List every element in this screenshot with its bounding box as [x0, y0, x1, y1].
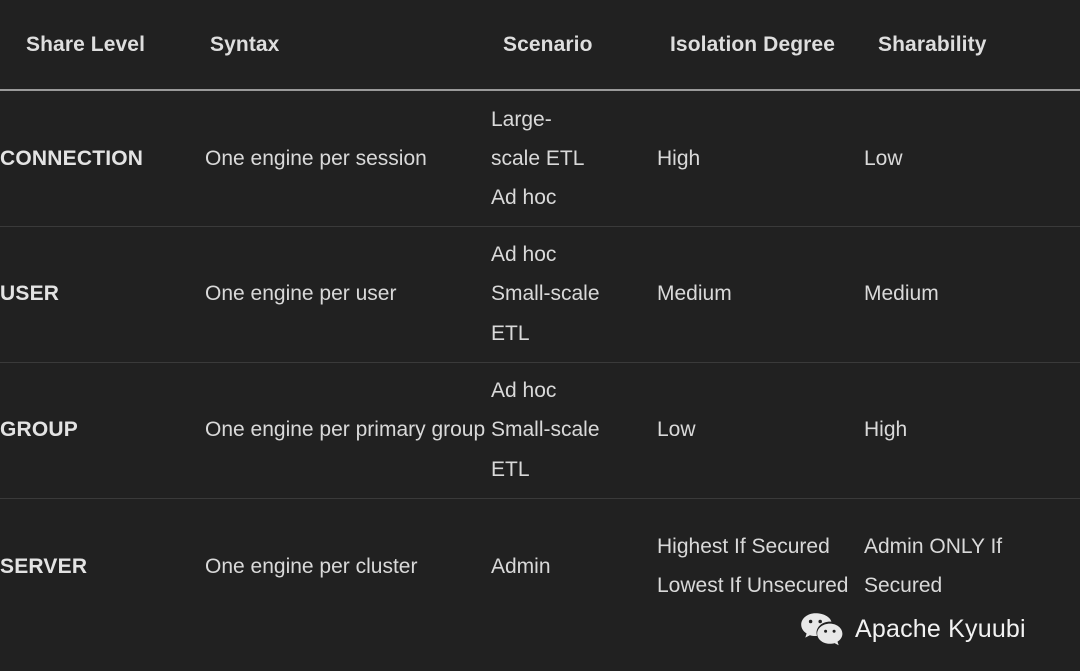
table-row: USER One engine per user Ad hoc Small-sc…: [0, 226, 1080, 362]
column-header-sharability: Sharability: [878, 32, 987, 56]
scenario-line: Ad hoc: [491, 243, 557, 267]
cell-sharability: Admin ONLY If Secured: [864, 535, 1003, 598]
table-header-row: Share Level Syntax Scenario Isolation De…: [0, 0, 1080, 90]
scenario-line: Large-: [491, 107, 552, 131]
cell-syntax: One engine per session: [205, 146, 427, 170]
cell-share-level: USER: [0, 282, 60, 306]
cell-syntax: One engine per cluster: [205, 554, 418, 578]
table-header: Share Level Syntax Scenario Isolation De…: [0, 0, 1080, 90]
table-row: SERVER One engine per cluster Admin High…: [0, 498, 1080, 634]
cell-isolation-degree: Highest If Secured Lowest If Unsecured: [657, 535, 849, 598]
share-level-table: Share Level Syntax Scenario Isolation De…: [0, 0, 1080, 634]
cell-scenario: Large- scale ETL Ad hoc: [491, 90, 657, 226]
column-header-syntax: Syntax: [210, 32, 280, 56]
column-header-share-level: Share Level: [26, 32, 145, 56]
cell-sharability: Low: [864, 146, 903, 170]
table-body: CONNECTION One engine per session Large-…: [0, 90, 1080, 634]
scenario-lines: Large- scale ETL Ad hoc: [491, 100, 657, 217]
cell-share-level: CONNECTION: [0, 146, 144, 170]
scenario-line: Ad hoc: [491, 185, 557, 209]
scenario-line: Ad hoc: [491, 379, 557, 403]
cell-isolation-degree: Low: [657, 418, 696, 442]
scenario-line: ETL: [491, 457, 530, 481]
cell-share-level: GROUP: [0, 418, 79, 442]
cell-scenario: Ad hoc Small-scale ETL: [491, 226, 657, 362]
column-header-scenario: Scenario: [503, 32, 593, 56]
cell-isolation-degree: High: [657, 146, 701, 170]
scenario-line: Admin: [491, 554, 551, 578]
scenario-line: Small-scale: [491, 418, 600, 442]
share-level-table-container: Share Level Syntax Scenario Isolation De…: [0, 0, 1080, 671]
cell-scenario: Admin: [491, 498, 657, 634]
cell-scenario: Ad hoc Small-scale ETL: [491, 362, 657, 498]
cell-share-level: SERVER: [0, 554, 88, 578]
cell-sharability: High: [864, 418, 908, 442]
scenario-line: Small-scale: [491, 282, 600, 306]
cell-syntax: One engine per user: [205, 282, 397, 306]
cell-sharability: Medium: [864, 282, 939, 306]
scenario-lines: Ad hoc Small-scale ETL: [491, 235, 657, 352]
scenario-lines: Ad hoc Small-scale ETL: [491, 371, 657, 488]
table-row: CONNECTION One engine per session Large-…: [0, 90, 1080, 226]
cell-syntax: One engine per primary group: [205, 418, 486, 442]
scenario-line: scale ETL: [491, 146, 585, 170]
column-header-isolation-degree: Isolation Degree: [670, 32, 835, 56]
table-row: GROUP One engine per primary group Ad ho…: [0, 362, 1080, 498]
scenario-lines: Admin: [491, 547, 657, 586]
scenario-line: ETL: [491, 321, 530, 345]
cell-isolation-degree: Medium: [657, 282, 732, 306]
